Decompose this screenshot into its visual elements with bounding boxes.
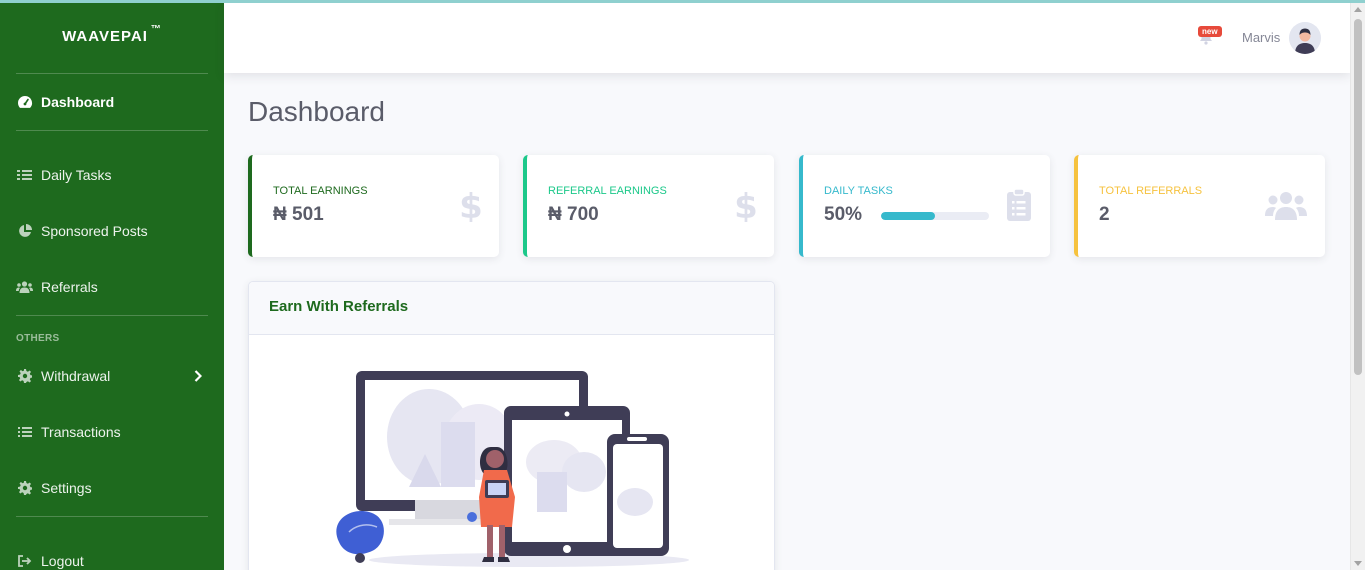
sidebar: WAAVEPAI ™ Dashboard Daily Tasks Sponsore… [0,0,224,570]
window-top-border [0,0,1365,3]
sidebar-item-label: Referrals [41,279,98,295]
sidebar-divider [16,73,208,74]
dollar-icon: $ [712,187,756,223]
tasks-icon [16,168,33,182]
sidebar-item-daily-tasks[interactable]: Daily Tasks [16,164,208,186]
brand-logo[interactable]: WAAVEPAI ™ [0,24,224,45]
progress-fill [881,212,935,220]
users-icon [1263,187,1307,223]
sidebar-heading-others: OTHERS [16,333,60,344]
stat-value: 2 [1099,204,1110,225]
sidebar-item-label: Sponsored Posts [41,223,148,239]
stat-card-total-referrals: TOTAL REFERRALS 2 [1074,155,1325,257]
sidebar-item-transactions[interactable]: Transactions [16,421,208,443]
earn-with-referrals-card: Earn With Referrals [248,281,775,570]
user-name[interactable]: Marvis [1242,30,1280,45]
sidebar-item-withdrawal[interactable]: Withdrawal [16,365,208,387]
sidebar-item-settings[interactable]: Settings [16,477,208,499]
gear-icon [16,481,33,495]
sidebar-item-label: Daily Tasks [41,167,112,183]
avatar[interactable] [1289,22,1321,54]
notification-badge: new [1198,26,1222,37]
page-title: Dashboard [248,96,385,127]
page-scrollbar[interactable] [1350,3,1365,570]
stat-value: ₦ 700 [548,204,599,225]
list-icon [16,425,33,439]
svg-text:$: $ [461,188,481,222]
stat-card-total-earnings: TOTAL EARNINGS ₦ 501 $ [248,155,499,257]
sidebar-item-label: Dashboard [41,94,115,110]
sidebar-item-label: Settings [41,480,92,496]
topbar: new Marvis [224,3,1350,73]
stat-card-referral-earnings: REFERRAL EARNINGS ₦ 700 $ [523,155,774,257]
dollar-icon: $ [437,187,481,223]
sidebar-divider [16,130,208,131]
scroll-up-arrow-icon[interactable] [1354,7,1362,12]
scroll-down-arrow-icon[interactable] [1354,561,1362,566]
stat-label: TOTAL REFERRALS [1099,185,1203,197]
stat-value: ₦ 501 [273,204,324,225]
sidebar-item-sponsored-posts[interactable]: Sponsored Posts [16,220,208,242]
tachometer-icon [16,95,33,109]
stat-card-daily-tasks: DAILY TASKS 50% [799,155,1050,257]
chevron-right-icon [194,369,204,383]
users-icon [16,280,33,294]
stat-label: REFERRAL EARNINGS [548,185,667,197]
scroll-thumb[interactable] [1354,19,1362,375]
stat-label: DAILY TASKS [824,185,893,197]
sidebar-item-label: Withdrawal [41,368,111,384]
sidebar-divider [16,315,208,316]
brand-trademark: ™ [150,24,162,35]
clipboard-icon [988,187,1032,223]
sidebar-item-label: Transactions [41,424,121,440]
sidebar-item-logout[interactable]: Logout [16,550,208,570]
brand-name: WAAVEPAI [62,28,148,45]
card-header-title: Earn With Referrals [249,282,774,335]
gear-icon [16,369,33,383]
devices-illustration [329,362,689,570]
stat-label: TOTAL EARNINGS [273,185,368,197]
daily-tasks-progress [881,212,989,220]
stat-value: 50% [824,204,863,225]
sidebar-item-referrals[interactable]: Referrals [16,276,208,298]
logout-icon [16,554,33,568]
sidebar-item-label: Logout [41,553,84,569]
svg-text:$: $ [736,188,756,222]
sidebar-divider [16,516,208,517]
sidebar-item-dashboard[interactable]: Dashboard [16,91,208,113]
chart-icon [16,224,33,238]
